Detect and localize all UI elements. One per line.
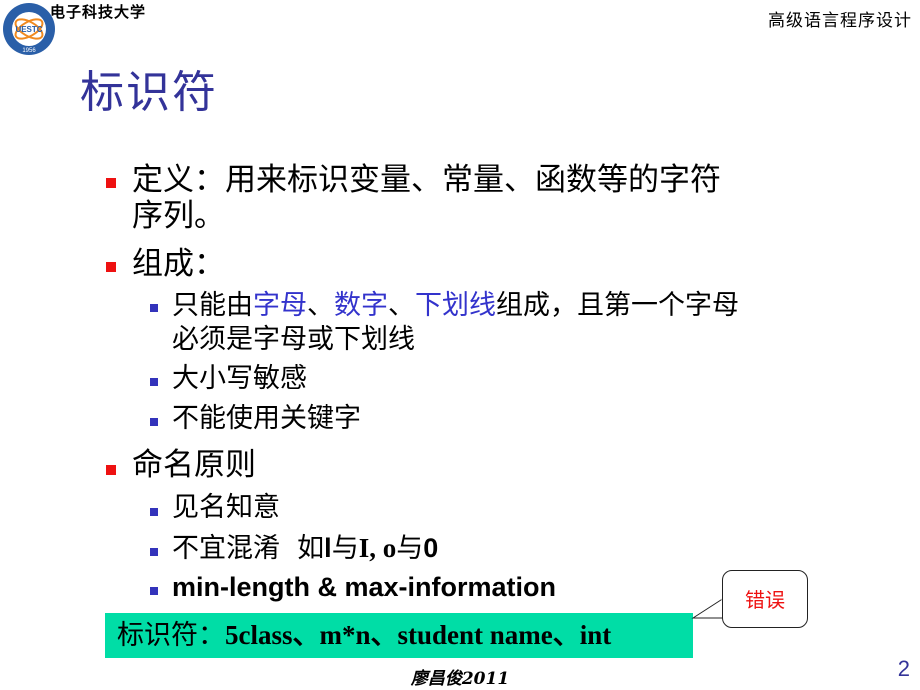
char-zero: 0 — [423, 533, 439, 563]
school-name: 电子科技大学 — [50, 3, 147, 21]
highlight-underscore: 下划线 — [415, 290, 496, 321]
bullet-blue-icon — [150, 587, 158, 595]
list-item-composition: 组成： — [132, 246, 225, 282]
list-item-no-keywords: 不能使用关键字 — [172, 403, 361, 434]
text: 组成，且第一个字母 — [496, 290, 739, 321]
bullet-blue-icon — [150, 378, 158, 386]
char-I-o: I, o — [358, 533, 397, 563]
text: 只能由 — [172, 290, 253, 321]
list-item-min-max: min-length & max-information — [172, 572, 556, 602]
bullet-blue-icon — [150, 418, 158, 426]
example-identifiers-box: 标识符：5class、m*n、student name、int — [105, 613, 693, 658]
text: 、 — [307, 290, 334, 321]
footer-author: 廖昌俊2011 — [410, 669, 510, 689]
definition-line1: 定义：用来标识变量、常量、函数等的字符 — [132, 162, 721, 198]
text: 与 — [331, 533, 359, 564]
example-identifiers: 5class、m*n、student name、int — [225, 620, 612, 650]
text: 不宜混淆 如 — [172, 533, 325, 564]
bullet-blue-icon — [150, 304, 158, 312]
example-label: 标识符： — [117, 620, 225, 650]
course-title: 高级语言程序设计 — [768, 11, 912, 31]
definition-line2: 序列。 — [132, 198, 225, 234]
bullet-blue-icon — [150, 508, 158, 516]
university-logo: UESTC 1956 — [2, 2, 56, 56]
bullet-red-icon — [106, 178, 116, 188]
list-item-composition-rule: 只能由字母、数字、下划线组成，且第一个字母 必须是字母或下划线 — [172, 289, 739, 357]
list-item-naming-principles: 命名原则 — [132, 447, 256, 483]
bullet-red-icon — [106, 262, 116, 272]
bullet-red-icon — [106, 465, 116, 475]
text: 、 — [388, 290, 415, 321]
composition-rule-line2: 必须是字母或下划线 — [172, 324, 415, 355]
page-number: 2 — [897, 656, 910, 681]
highlight-letters: 字母 — [253, 290, 307, 321]
slide-title: 标识符 — [80, 67, 218, 118]
text: 与 — [396, 533, 424, 564]
logo-text: UESTC — [15, 25, 42, 34]
list-item-case-sensitive: 大小写敏感 — [172, 363, 307, 394]
list-item-avoid-confusion: 不宜混淆 如l与I, o与0 — [172, 531, 438, 566]
error-callout: 错误 — [722, 570, 808, 628]
list-item-meaningful-names: 见名知意 — [172, 492, 280, 523]
highlight-digits: 数字 — [334, 290, 388, 321]
logo-year: 1956 — [22, 48, 36, 54]
char-l: l — [324, 533, 332, 563]
list-item-definition: 定义：用来标识变量、常量、函数等的字符 序列。 — [132, 162, 721, 234]
bullet-blue-icon — [150, 548, 158, 556]
